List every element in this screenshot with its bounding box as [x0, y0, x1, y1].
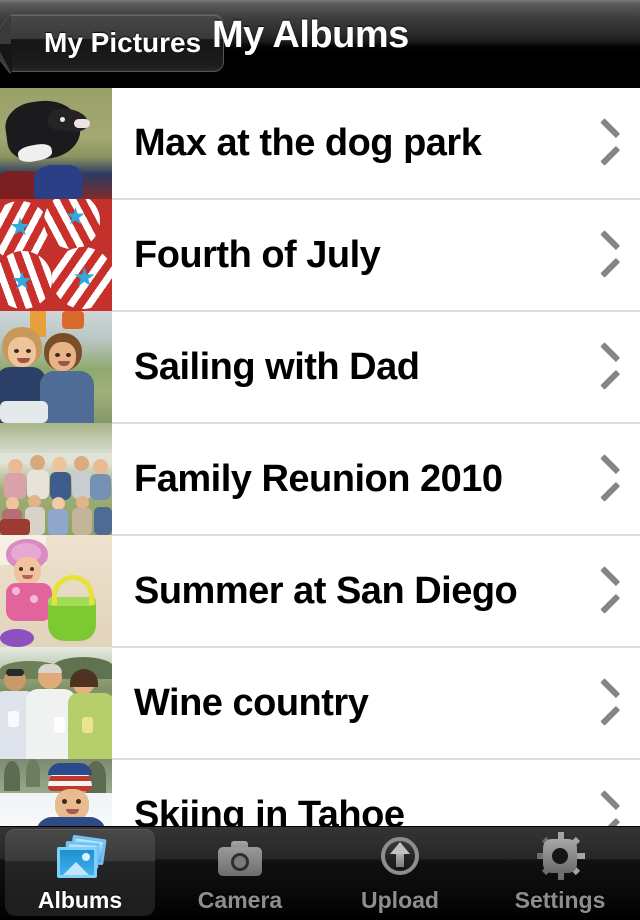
album-title: Summer at San Diego	[134, 569, 518, 612]
page-title: My Albums	[212, 14, 409, 56]
album-title: Sailing with Dad	[134, 345, 420, 388]
dog-on-grass-photo	[0, 88, 112, 199]
tab-label: Camera	[197, 887, 283, 913]
album-title: Skiing in Tahoe	[134, 793, 405, 827]
album-title: Fourth of July	[134, 233, 381, 276]
back-button-shape: My Pictures	[0, 14, 225, 74]
album-row[interactable]: Summer at San Diego	[0, 535, 640, 648]
tab-icon-wrap	[529, 832, 591, 885]
tab-label: Albums	[37, 887, 123, 913]
album-row[interactable]: Wine country	[0, 647, 640, 760]
album-row[interactable]: Max at the dog park	[0, 88, 640, 200]
album-list[interactable]: Max at the dog park Fourth of July Saili…	[0, 88, 640, 826]
chevron-right-icon[interactable]	[582, 759, 640, 826]
tab-icon-wrap	[209, 833, 271, 885]
app-screen: My Pictures My Albums Max at the dog par…	[0, 0, 640, 920]
family-group-photo	[0, 423, 112, 535]
two-boys-photo	[0, 311, 112, 423]
back-button-label: My Pictures	[44, 27, 202, 58]
tab-albums[interactable]: Albums	[0, 827, 160, 920]
child-in-snow-photo	[0, 759, 112, 826]
album-row[interactable]: Fourth of July	[0, 199, 640, 312]
album-title: Family Reunion 2010	[134, 457, 503, 500]
back-button[interactable]: My Pictures	[0, 14, 225, 74]
chevron-right-icon[interactable]	[582, 199, 640, 311]
tab-icon-wrap	[369, 833, 431, 885]
chevron-right-icon[interactable]	[582, 311, 640, 423]
tab-camera[interactable]: Camera	[160, 827, 320, 920]
album-row[interactable]: Family Reunion 2010	[0, 423, 640, 536]
tab-upload[interactable]: Upload	[320, 827, 480, 920]
chevron-right-icon[interactable]	[582, 647, 640, 759]
tab-label: Settings	[514, 887, 606, 913]
tab-bar: Albums Camera Upload Settings	[0, 826, 640, 920]
tab-icon-wrap	[49, 833, 111, 885]
three-adults-photo	[0, 647, 112, 759]
tab-label: Upload	[361, 887, 439, 913]
chevron-right-icon[interactable]	[582, 88, 640, 199]
navigation-bar: My Pictures My Albums	[0, 0, 640, 88]
album-title: Max at the dog park	[134, 121, 482, 164]
flag-cupcakes-photo	[0, 199, 112, 311]
chevron-right-icon[interactable]	[582, 535, 640, 647]
album-row[interactable]: Skiing in Tahoe	[0, 759, 640, 827]
tab-settings[interactable]: Settings	[480, 827, 640, 920]
girl-on-beach-photo	[0, 535, 112, 647]
album-row[interactable]: Sailing with Dad	[0, 311, 640, 424]
album-title: Wine country	[134, 681, 369, 724]
chevron-right-icon[interactable]	[582, 423, 640, 535]
